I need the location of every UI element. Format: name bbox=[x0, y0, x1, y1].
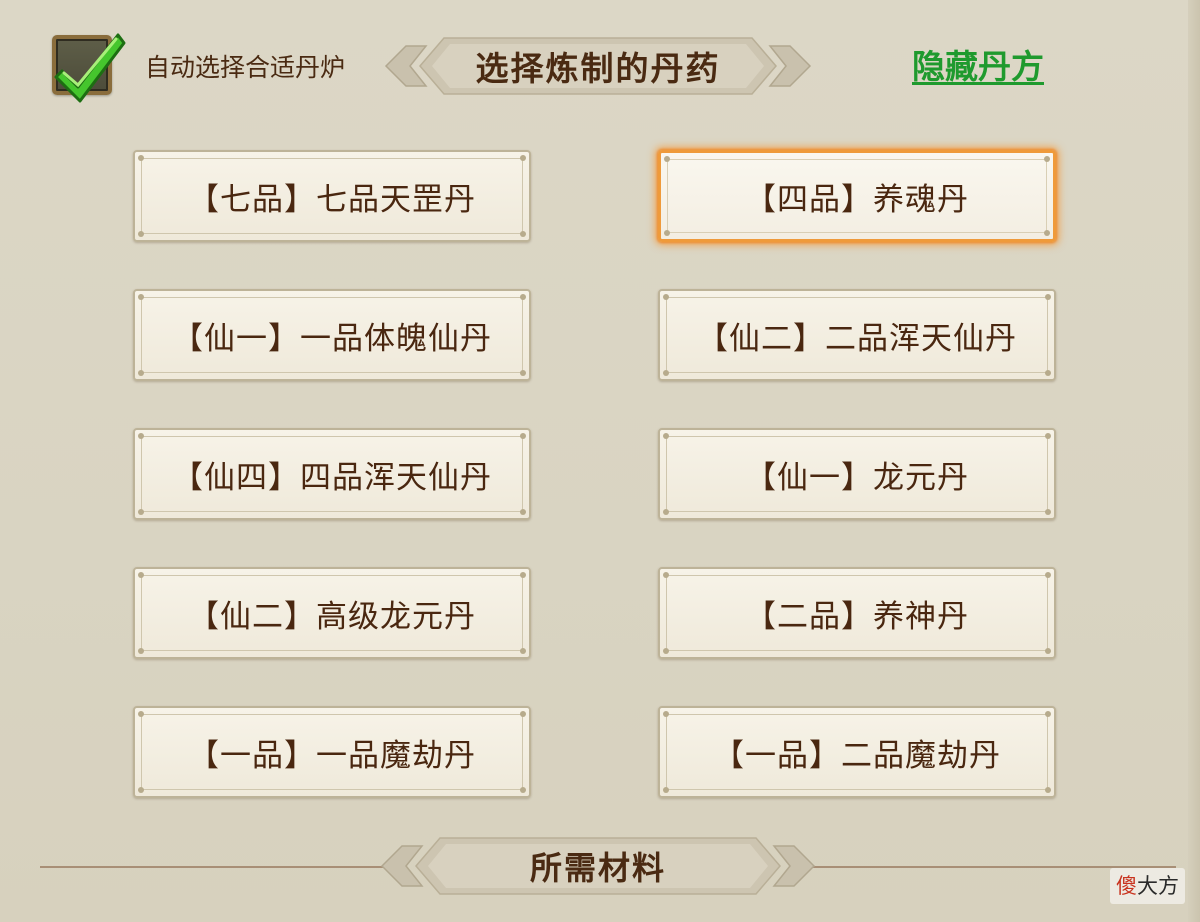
panel-edge bbox=[1188, 0, 1200, 922]
auto-select-checkbox[interactable] bbox=[52, 33, 126, 103]
auto-select-label[interactable]: 自动选择合适丹炉 bbox=[145, 48, 345, 88]
watermark-rest: 大方 bbox=[1137, 874, 1179, 898]
alchemy-panel: 自动选择合适丹炉 选择炼制的丹药 隐藏丹方 【七品】七品天罡丹 【四品】养魂丹 … bbox=[0, 0, 1200, 922]
recipe-button[interactable]: 【二品】养神丹 bbox=[658, 567, 1056, 659]
recipe-label: 【二品】养神丹 bbox=[745, 598, 969, 635]
recipe-button[interactable]: 【仙二】高级龙元丹 bbox=[133, 567, 531, 659]
page-title: 选择炼制的丹药 bbox=[475, 49, 721, 88]
recipe-button[interactable]: 【仙一】一品体魄仙丹 bbox=[133, 289, 531, 381]
materials-title: 所需材料 bbox=[529, 849, 666, 887]
recipe-button-selected[interactable]: 【四品】养魂丹 bbox=[658, 150, 1056, 242]
recipe-label: 【七品】七品天罡丹 bbox=[188, 181, 476, 218]
recipe-label: 【仙四】四品浑天仙丹 bbox=[172, 459, 492, 496]
recipe-button[interactable]: 【仙四】四品浑天仙丹 bbox=[133, 428, 531, 520]
recipe-label: 【仙二】高级龙元丹 bbox=[188, 598, 476, 635]
checkmark-icon bbox=[54, 33, 126, 103]
materials-banner: 所需材料 bbox=[374, 832, 822, 900]
hide-recipe-link[interactable]: 隐藏丹方 bbox=[912, 40, 1044, 94]
title-banner: 选择炼制的丹药 bbox=[380, 32, 816, 100]
recipe-button[interactable]: 【七品】七品天罡丹 bbox=[133, 150, 531, 242]
watermark: 傻大方 bbox=[1110, 868, 1185, 904]
recipe-label: 【一品】一品魔劫丹 bbox=[188, 737, 476, 774]
recipe-label: 【四品】养魂丹 bbox=[745, 181, 969, 218]
recipe-label: 【仙一】龙元丹 bbox=[745, 459, 969, 496]
recipe-button[interactable]: 【仙一】龙元丹 bbox=[658, 428, 1056, 520]
recipe-label: 【仙一】一品体魄仙丹 bbox=[172, 320, 492, 357]
recipe-button[interactable]: 【一品】二品魔劫丹 bbox=[658, 706, 1056, 798]
recipe-button[interactable]: 【一品】一品魔劫丹 bbox=[133, 706, 531, 798]
recipe-label: 【仙二】二品浑天仙丹 bbox=[697, 320, 1017, 357]
recipe-label: 【一品】二品魔劫丹 bbox=[713, 737, 1001, 774]
section-divider bbox=[40, 866, 392, 868]
watermark-first: 傻 bbox=[1116, 874, 1137, 898]
recipe-button[interactable]: 【仙二】二品浑天仙丹 bbox=[658, 289, 1056, 381]
